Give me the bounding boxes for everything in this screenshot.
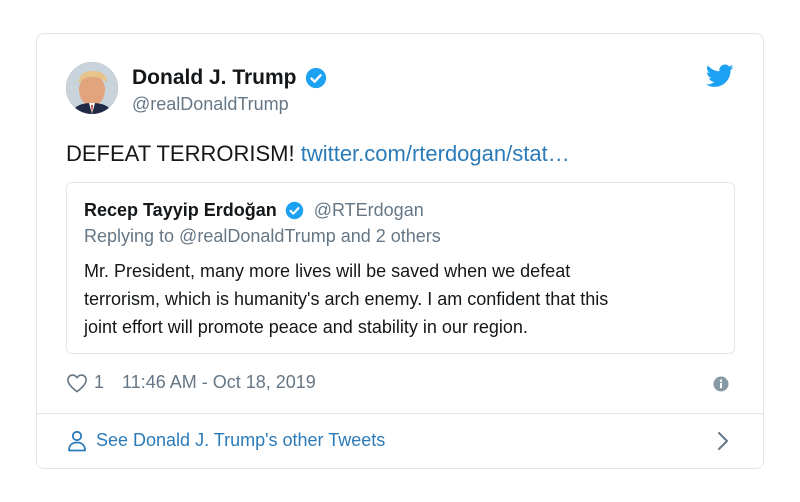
author-name[interactable]: Donald J. Trump xyxy=(132,66,297,90)
embedded-tweet-card[interactable]: Donald J. Trump @realDonaldTrump DEFEAT … xyxy=(36,33,764,469)
author-avatar[interactable] xyxy=(66,62,118,114)
quoted-author-handle: @RTErdogan xyxy=(313,200,424,220)
quoted-tweet-header: Recep Tayyip Erdoğan @RTErdogan xyxy=(84,200,424,221)
tweet-meta: 1 11:46 AM - Oct 18, 2019 xyxy=(66,372,316,393)
person-icon xyxy=(67,430,87,452)
see-other-tweets-label[interactable]: See Donald J. Trump's other Tweets xyxy=(96,430,385,451)
verified-badge-icon xyxy=(305,67,327,89)
like-count[interactable]: 1 xyxy=(94,372,104,393)
quoted-tweet-body: Mr. President, many more lives will be s… xyxy=(84,257,724,341)
twitter-bird-icon[interactable] xyxy=(706,64,734,88)
heart-icon[interactable] xyxy=(66,373,88,393)
verified-badge-icon xyxy=(285,201,304,220)
see-other-tweets-link[interactable]: See Donald J. Trump's other Tweets xyxy=(37,414,763,468)
quoted-tweet[interactable]: Recep Tayyip Erdoğan @RTErdogan Replying… xyxy=(66,182,735,354)
quoted-body-line: Mr. President, many more lives will be s… xyxy=(84,261,571,281)
chevron-right-icon[interactable] xyxy=(717,431,729,451)
author-handle[interactable]: @realDonaldTrump xyxy=(132,94,289,115)
info-icon[interactable] xyxy=(713,376,729,392)
replying-to: Replying to @realDonaldTrump and 2 other… xyxy=(84,226,441,246)
quoted-body-line: terrorism, which is humanity's arch enem… xyxy=(84,289,609,309)
tweet-timestamp[interactable]: 11:46 AM - Oct 18, 2019 xyxy=(122,372,316,393)
quoted-body-line: joint effort will promote peace and stab… xyxy=(84,317,528,337)
tweet-text: DEFEAT TERRORISM! twitter.com/rterdogan/… xyxy=(66,141,570,167)
tweet-link[interactable]: twitter.com/rterdogan/stat… xyxy=(301,141,570,166)
tweet-text-body: DEFEAT TERRORISM! xyxy=(66,141,301,166)
author-name-row[interactable]: Donald J. Trump xyxy=(132,66,327,90)
quoted-author-name: Recep Tayyip Erdoğan xyxy=(84,200,277,220)
